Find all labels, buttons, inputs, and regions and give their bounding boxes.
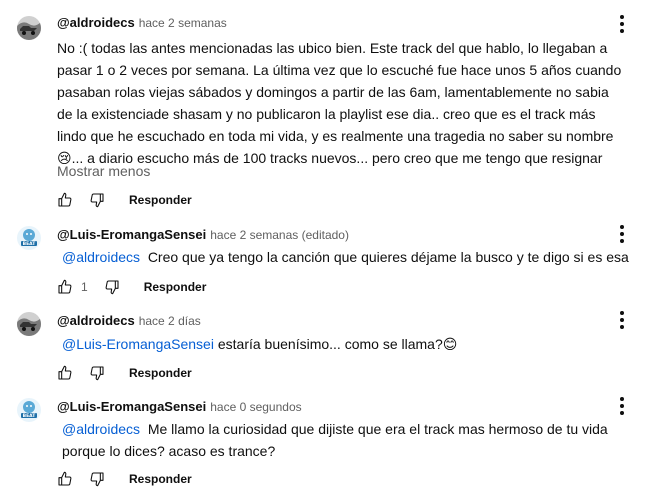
comment-time[interactable]: hace 2 semanas (editado) — [210, 228, 349, 242]
thumb-down-icon[interactable] — [89, 365, 105, 381]
comment-text: @aldroidecs Me llamo la curiosidad que d… — [62, 421, 608, 459]
avatar[interactable] — [17, 398, 41, 422]
reply-button[interactable]: Responder — [144, 280, 207, 294]
comment-text: No :( todas las antes mencionadas las ub… — [57, 40, 622, 166]
thumb-down-icon[interactable] — [104, 279, 120, 295]
more-vert-icon[interactable] — [612, 308, 632, 332]
comment-author[interactable]: @Luis-EromangaSensei — [57, 227, 206, 242]
more-vert-icon[interactable] — [612, 222, 632, 246]
comment-time[interactable]: hace 0 segundos — [210, 400, 301, 414]
more-vert-icon[interactable] — [612, 12, 632, 36]
thumb-down-icon[interactable] — [89, 192, 105, 208]
avatar[interactable] — [17, 16, 41, 40]
comment-text: @Luis-EromangaSensei estaría buenísimo..… — [62, 336, 458, 352]
smile-emoji-icon: 😊 — [442, 336, 458, 352]
reply-button[interactable]: Responder — [129, 366, 192, 380]
thumb-up-icon[interactable] — [57, 365, 73, 381]
reply-button[interactable]: Responder — [129, 193, 192, 207]
like-count: 1 — [81, 280, 88, 294]
reply-button[interactable]: Responder — [129, 472, 192, 486]
thumb-up-icon[interactable] — [57, 471, 73, 487]
comment-time[interactable]: hace 2 semanas — [139, 16, 227, 30]
thumb-down-icon[interactable] — [89, 471, 105, 487]
comment-time[interactable]: hace 2 días — [139, 314, 201, 328]
show-less-link[interactable]: Mostrar menos — [57, 163, 150, 179]
comment-author[interactable]: @aldroidecs — [57, 15, 135, 30]
comment-text: @aldroidecs Creo que ya tengo la canción… — [62, 249, 629, 265]
mention-link[interactable]: @Luis-EromangaSensei — [62, 336, 214, 352]
comment-author[interactable]: @Luis-EromangaSensei — [57, 399, 206, 414]
mention-link[interactable]: @aldroidecs — [62, 249, 140, 265]
thumb-up-icon[interactable] — [57, 279, 73, 295]
avatar[interactable] — [17, 312, 41, 336]
more-vert-icon[interactable] — [612, 394, 632, 418]
mention-link[interactable]: @aldroidecs — [62, 421, 140, 437]
comment-author[interactable]: @aldroidecs — [57, 313, 135, 328]
avatar[interactable] — [17, 226, 41, 250]
thumb-up-icon[interactable] — [57, 192, 73, 208]
